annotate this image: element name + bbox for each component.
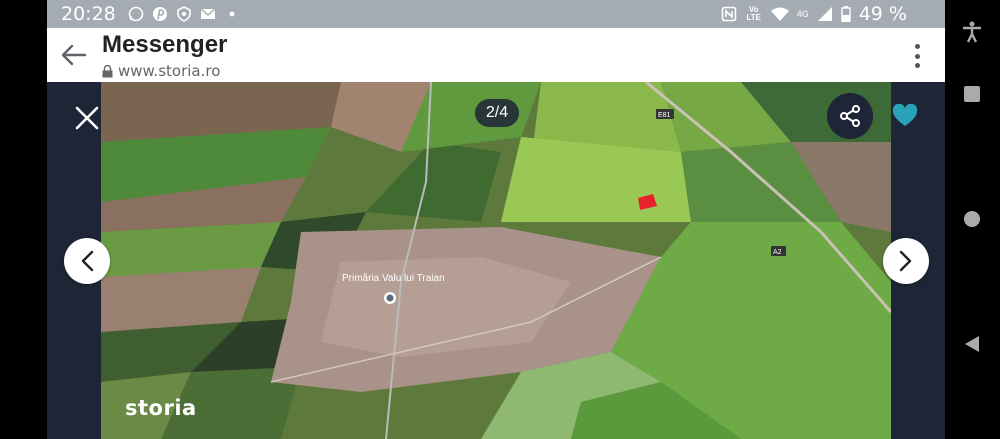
close-icon <box>75 106 99 130</box>
close-button[interactable] <box>63 94 111 142</box>
photo-gallery: Primăria Valu lui Traian E81 A2 2/4 stor… <box>47 82 945 439</box>
signal-icon <box>817 7 832 21</box>
next-photo-button[interactable] <box>883 238 929 284</box>
back-icon <box>965 336 979 352</box>
recents-button[interactable] <box>959 81 985 107</box>
nfc-icon <box>721 6 737 22</box>
wifi-icon <box>770 7 789 21</box>
arrow-left-icon <box>61 44 87 66</box>
status-time: 20:28 <box>61 3 116 25</box>
previous-photo-button[interactable] <box>64 238 110 284</box>
heart-icon <box>892 104 918 126</box>
road-label-a2: A2 <box>773 249 782 256</box>
share-button[interactable] <box>827 93 873 139</box>
dot-icon <box>229 11 235 17</box>
battery-percent: 49 % <box>858 3 907 25</box>
page-title: Messenger <box>102 31 228 58</box>
road-label-e81: E81 <box>658 112 671 119</box>
share-icon <box>840 105 860 127</box>
home-icon <box>964 211 980 227</box>
dot <box>914 63 920 68</box>
favorite-button[interactable] <box>882 93 928 139</box>
lock-icon <box>102 64 113 77</box>
back-button[interactable] <box>57 38 91 72</box>
status-bar: 20:28 Vo LTE 4G 49 % <box>47 0 945 28</box>
place-label: Primăria Valu lui Traian <box>342 273 445 284</box>
aerial-map-image: Primăria Valu lui Traian E81 A2 <box>101 82 891 439</box>
more-options-button[interactable] <box>909 42 925 70</box>
accessibility-icon <box>963 21 981 43</box>
dot <box>914 44 920 49</box>
listing-photo[interactable]: Primăria Valu lui Traian E81 A2 <box>101 82 891 439</box>
chevron-right-icon <box>899 250 912 272</box>
storia-watermark: storia <box>125 396 197 420</box>
android-navigation-bar <box>945 0 1000 439</box>
shield-icon <box>176 6 191 22</box>
dot <box>914 53 920 59</box>
pinterest-icon <box>152 7 167 21</box>
whatsapp-icon <box>128 6 144 22</box>
volte-icon: Vo LTE <box>746 5 761 22</box>
photo-counter: 2/4 <box>475 99 519 127</box>
url-text: www.storia.ro <box>118 62 221 80</box>
accessibility-button[interactable] <box>959 19 985 45</box>
battery-icon <box>841 6 851 22</box>
recents-icon <box>964 86 980 102</box>
email-icon <box>200 8 216 19</box>
network-label: 4G <box>796 9 809 19</box>
browser-header: Messenger www.storia.ro <box>47 28 945 82</box>
system-back-button[interactable] <box>959 331 985 357</box>
chevron-left-icon <box>81 250 94 272</box>
page-url: www.storia.ro <box>102 62 220 80</box>
home-button[interactable] <box>959 206 985 232</box>
